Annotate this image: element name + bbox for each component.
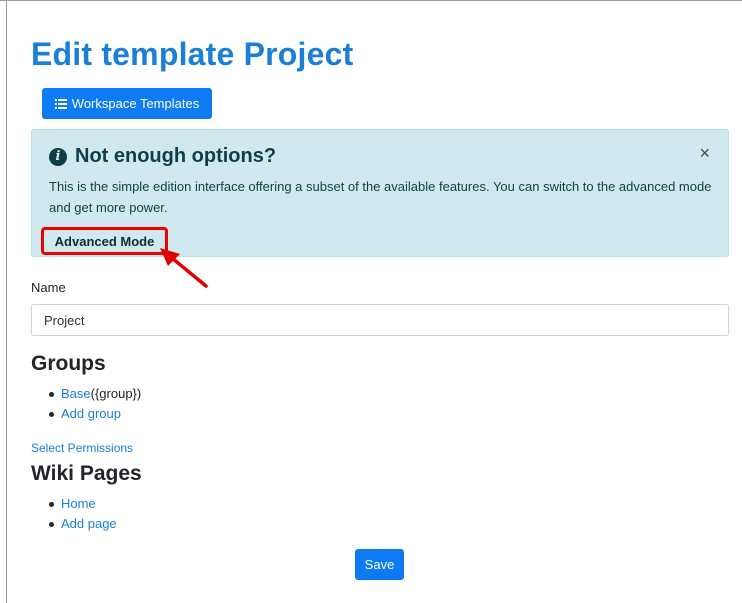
alert-heading: i Not enough options? [49,145,276,168]
bullet-icon [49,391,54,397]
alert-message: This is the simple edition interface off… [49,179,712,215]
wiki-pages-heading: Wiki Pages [31,462,142,485]
info-icon: i [49,147,67,166]
list-item: Add group [49,404,141,424]
list-icon [54,98,67,109]
list-item: Base ({group}) [49,384,141,404]
group-suffix: ({group}) [90,386,142,401]
list-item: Add page [49,514,117,534]
bullet-icon [49,411,54,417]
window-top-border [0,0,742,1]
bullet-icon [49,501,54,507]
select-permissions-link[interactable]: Select Permissions [31,441,133,455]
group-link-base[interactable]: Base [61,384,91,404]
close-icon[interactable]: × [699,144,710,162]
wiki-link-home[interactable]: Home [61,494,96,514]
groups-list: Base ({group}) Add group [49,384,141,424]
name-input[interactable] [31,304,729,336]
groups-heading: Groups [31,352,106,375]
alert-heading-text: Not enough options? [75,145,277,167]
list-item: Home [49,494,117,514]
name-label: Name [31,280,66,295]
save-button[interactable]: Save [355,549,404,580]
workspace-templates-label: Workspace Templates [71,96,200,111]
page-title: Edit template Project [31,36,354,72]
add-group-link[interactable]: Add group [61,404,121,424]
info-alert: i Not enough options? × This is the simp… [31,129,729,257]
bullet-icon [49,521,54,527]
add-page-link[interactable]: Add page [61,514,117,534]
workspace-templates-button[interactable]: Workspace Templates [42,88,212,119]
window-left-border [6,0,7,603]
advanced-mode-button[interactable]: Advanced Mode [41,227,168,255]
wiki-pages-list: Home Add page [49,494,117,534]
annotation-arrow-icon [160,248,208,288]
